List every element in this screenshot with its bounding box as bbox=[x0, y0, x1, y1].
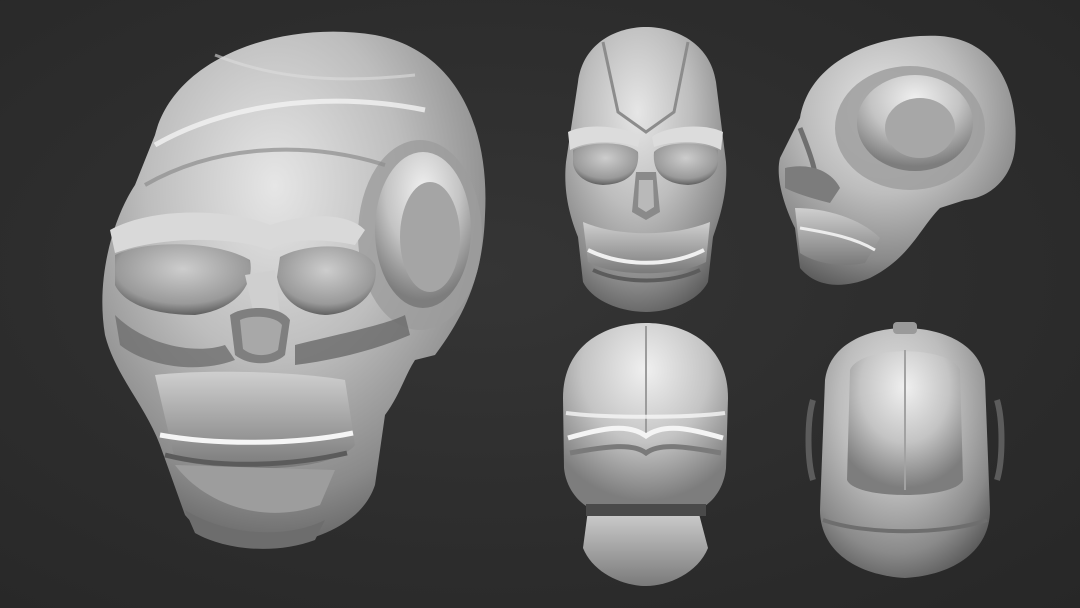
render-canvas bbox=[0, 0, 1080, 608]
skull-back-view bbox=[563, 323, 728, 586]
skull-front-view bbox=[565, 27, 727, 312]
skull-top-view bbox=[805, 322, 1005, 578]
skull-three-quarter-view bbox=[102, 31, 486, 549]
skull-side-view bbox=[778, 35, 1016, 285]
